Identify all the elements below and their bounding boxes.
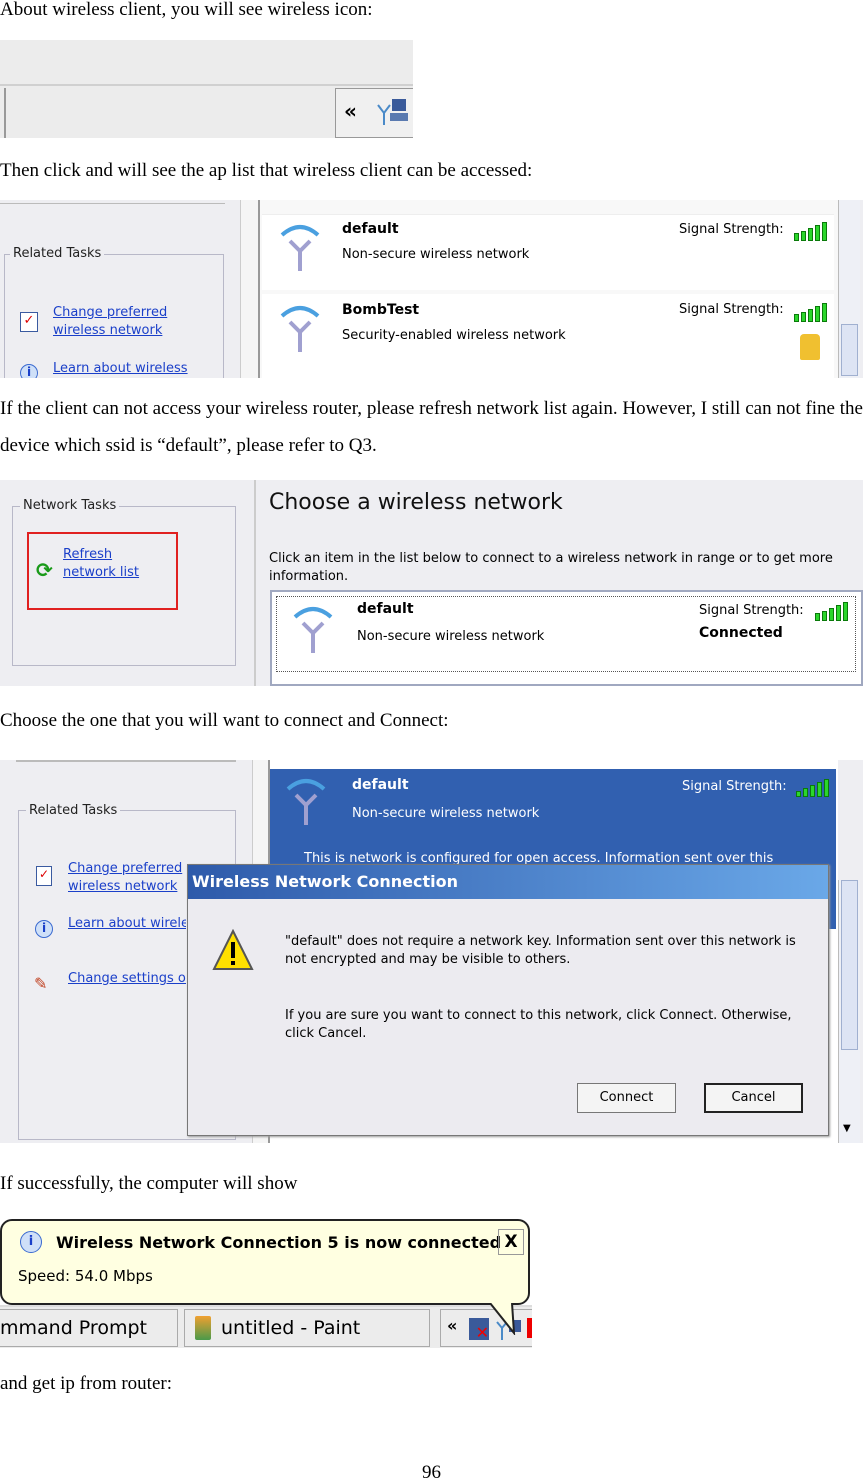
paint-icon: [195, 1316, 211, 1340]
taskbar-label: untitled - Paint: [221, 1317, 361, 1339]
page-number: 96: [422, 1462, 441, 1483]
wireless-antenna-icon: [280, 306, 320, 352]
wireless-network-icon[interactable]: [374, 97, 410, 127]
network-ssid: default: [357, 601, 414, 617]
paragraph: Then click and will see the ap list that…: [0, 160, 533, 181]
taskbar: mmand Prompt untitled - Paint « ✕: [0, 1305, 532, 1348]
disconnected-network-icon[interactable]: ✕: [469, 1318, 489, 1342]
paragraph: If the client can not access your wirele…: [0, 398, 863, 456]
info-icon: i: [35, 920, 53, 938]
paragraph: and get ip from router:: [0, 1373, 173, 1394]
wireless-antenna-icon: [286, 779, 326, 825]
signal-strength-icon: [815, 601, 848, 621]
network-item[interactable]: default Non-secure wireless network Sign…: [262, 214, 834, 290]
signal-label: Signal Strength:: [682, 779, 787, 794]
dialog-title: Wireless Network Connection: [188, 865, 828, 899]
group-title: Related Tasks: [10, 246, 105, 261]
show-hidden-icons-chevron[interactable]: «: [344, 99, 357, 123]
checklist-icon: ✓: [36, 866, 52, 886]
cancel-button[interactable]: Cancel: [704, 1083, 803, 1113]
balloon-title: Wireless Network Connection 5 is now con…: [56, 1233, 502, 1252]
signal-label: Signal Strength:: [679, 222, 784, 237]
learn-about-link[interactable]: Learn about wireless: [53, 360, 213, 378]
wireless-antenna-icon: [280, 225, 320, 271]
scrollbar[interactable]: [838, 200, 860, 378]
scrollbar[interactable]: ▼: [838, 880, 860, 1143]
page-heading: Choose a wireless network: [269, 490, 563, 515]
taskbar-button-command-prompt[interactable]: mmand Prompt: [0, 1309, 178, 1347]
signal-strength-icon: [794, 302, 827, 322]
screenshot-connected-balloon: i Wireless Network Connection 5 is now c…: [0, 1217, 532, 1348]
instructions: Click an item in the list below to conne…: [269, 551, 833, 584]
settings-tools-icon: ✎: [34, 974, 48, 993]
network-ssid: default: [342, 221, 399, 237]
wireless-antenna-icon: [293, 607, 333, 653]
connect-button[interactable]: Connect: [577, 1083, 676, 1113]
signal-strength-icon: [796, 779, 829, 797]
learn-about-link[interactable]: Learn about wireless networking: [68, 915, 186, 933]
info-icon: i: [20, 1231, 42, 1253]
info-icon: i: [20, 364, 38, 378]
lock-icon: [800, 334, 820, 360]
balloon-text: Speed: 54.0 Mbps: [18, 1267, 153, 1285]
network-desc: Non-secure wireless network: [357, 629, 545, 644]
balloon-pointer: [489, 1303, 516, 1335]
network-item[interactable]: BombTest Security-enabled wireless netwo…: [262, 294, 834, 378]
screenshot-refresh: Network Tasks ⟳ Refresh network list Cho…: [0, 480, 863, 686]
show-hidden-icons-chevron[interactable]: «: [447, 1316, 457, 1335]
paragraph: If successfully, the computer will show: [0, 1173, 298, 1194]
checklist-icon: ✓: [20, 312, 38, 332]
screenshot-tray: «: [0, 40, 413, 138]
signal-label: Signal Strength:: [679, 302, 784, 317]
group-title: Related Tasks: [26, 803, 121, 818]
change-preferred-link[interactable]: Change preferred wireless network: [53, 304, 178, 340]
group-title: Network Tasks: [20, 498, 120, 513]
change-settings-link[interactable]: Change settings of connection: [68, 970, 186, 988]
screenshot-connect-dialog: Related Tasks ✓ Change preferred wireles…: [0, 760, 863, 1143]
system-tray: « ✕: [440, 1309, 532, 1347]
paragraph: Choose the one that you will want to con…: [0, 710, 449, 731]
connection-status: Connected: [699, 625, 783, 641]
network-desc: Security-enabled wireless network: [342, 328, 566, 343]
notification-balloon: i Wireless Network Connection 5 is now c…: [0, 1219, 530, 1305]
change-preferred-link[interactable]: Change preferred wireless network: [68, 860, 186, 896]
refresh-network-list-link[interactable]: Refresh network list: [63, 546, 163, 582]
taskbar-button-paint[interactable]: untitled - Paint: [184, 1309, 430, 1347]
network-ssid: BombTest: [342, 302, 420, 318]
warning-icon: [212, 929, 254, 970]
network-item-selected[interactable]: default Non-secure wireless network Sign…: [276, 596, 856, 672]
close-button[interactable]: X: [498, 1229, 524, 1255]
paragraph: About wireless client, you will see wire…: [0, 0, 373, 20]
dialog-message: "default" does not require a network key…: [285, 934, 796, 967]
wireless-network-connection-dialog: Wireless Network Connection "default" do…: [187, 864, 829, 1136]
screenshot-ap-list: Related Tasks ✓ Change preferred wireles…: [0, 200, 863, 378]
scroll-down-arrow[interactable]: ▼: [843, 1123, 851, 1134]
dialog-message: If you are sure you want to connect to t…: [285, 1008, 792, 1041]
network-ssid: default: [352, 777, 409, 793]
signal-label: Signal Strength:: [699, 603, 804, 618]
tray-icon: [527, 1318, 532, 1338]
signal-strength-icon: [794, 221, 827, 241]
system-tray: «: [335, 88, 413, 138]
refresh-icon: ⟳: [36, 558, 53, 582]
network-desc: Non-secure wireless network: [352, 806, 540, 821]
network-desc: Non-secure wireless network: [342, 247, 530, 262]
